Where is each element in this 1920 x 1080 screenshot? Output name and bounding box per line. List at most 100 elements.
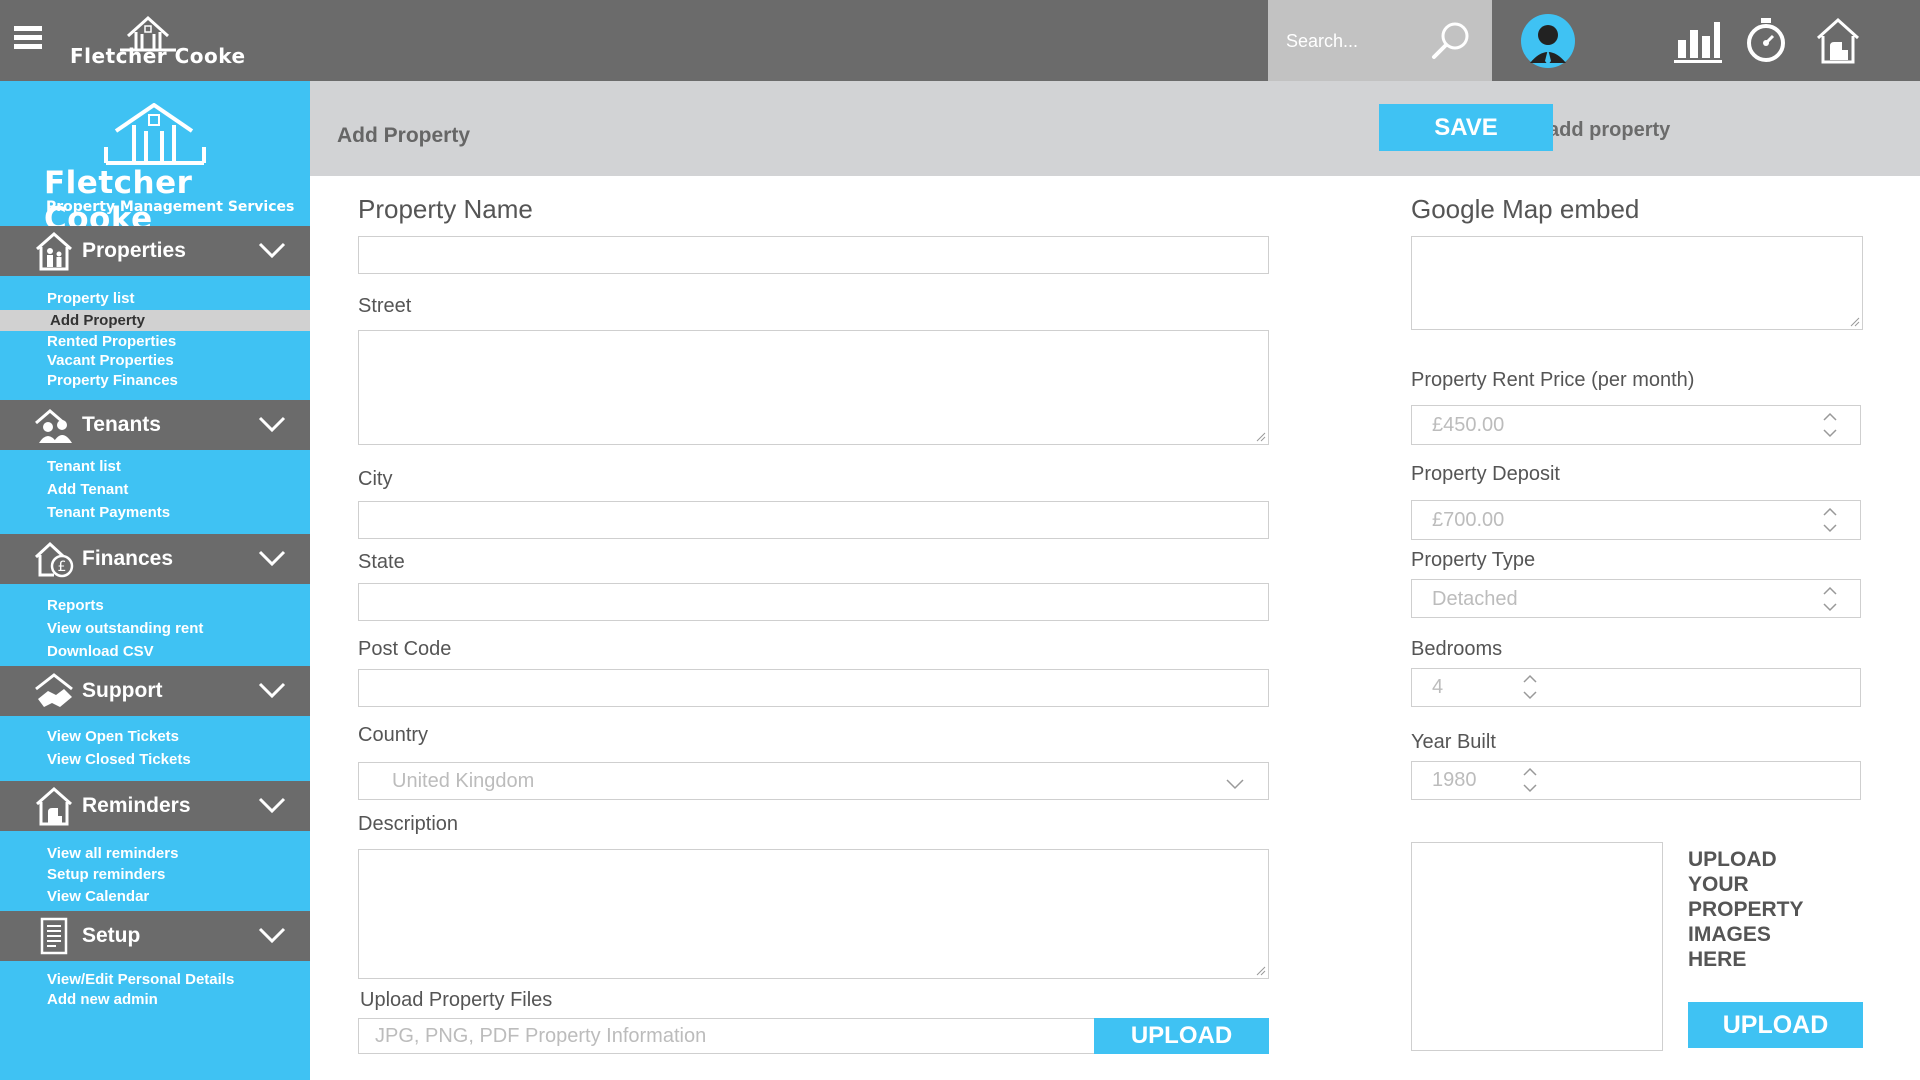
brand-name[interactable]: Fletcher Cooke — [70, 44, 246, 68]
state-input[interactable] — [359, 584, 1268, 620]
sidebar-item-property-finances[interactable]: Property Finances — [0, 370, 310, 391]
sidebar-section-properties[interactable]: Properties — [0, 226, 310, 276]
sidebar-item-tenant-payments[interactable]: Tenant Payments — [0, 502, 310, 523]
sidebar-section-setup[interactable]: Setup — [0, 911, 310, 961]
sidebar-item-add-property[interactable]: Add Property — [0, 310, 310, 331]
sidebar-item-vacant-properties[interactable]: Vacant Properties — [0, 350, 310, 371]
street-label: Street — [358, 295, 412, 317]
search-input[interactable] — [1286, 29, 1436, 53]
description-textarea[interactable] — [359, 850, 1268, 978]
sidebar-item-rented-properties[interactable]: Rented Properties — [0, 331, 310, 352]
number-spinner-icon[interactable] — [1520, 765, 1540, 795]
sidebar-section-support[interactable]: Support — [0, 666, 310, 716]
chevron-down-icon[interactable] — [258, 238, 286, 262]
search-box[interactable] — [1268, 0, 1492, 81]
save-button[interactable]: SAVE — [1379, 104, 1553, 151]
svg-text:£: £ — [58, 559, 67, 575]
page-header: Add Property properties> add property — [310, 81, 1920, 176]
upload-files-label: Upload Property Files — [360, 989, 553, 1011]
sidebar-item-view-calendar[interactable]: View Calendar — [0, 886, 310, 907]
chevron-down-icon[interactable] — [258, 793, 286, 817]
house-hand-icon[interactable] — [1812, 14, 1864, 66]
rent-price-input[interactable] — [1412, 406, 1860, 444]
resize-handle-icon[interactable] — [1254, 964, 1266, 976]
brand-logo-icon — [104, 103, 206, 165]
city-input[interactable] — [359, 502, 1268, 538]
upload-files-button[interactable]: UPLOAD — [1094, 1018, 1269, 1054]
sidebar-item-view-open-tickets[interactable]: View Open Tickets — [0, 726, 310, 747]
google-map-field[interactable] — [1411, 236, 1863, 330]
deposit-field[interactable] — [1411, 500, 1861, 540]
reminder-house-icon — [36, 786, 72, 826]
sidebar-item-add-tenant[interactable]: Add Tenant — [0, 479, 310, 500]
select-arrows-icon[interactable] — [1820, 584, 1840, 614]
bedrooms-input[interactable] — [1412, 669, 1860, 706]
deposit-label: Property Deposit — [1411, 463, 1560, 485]
sidebar-brand-tagline: Property Management Services — [46, 199, 295, 215]
description-field[interactable] — [358, 849, 1269, 979]
bar-chart-icon[interactable] — [1672, 14, 1724, 66]
google-map-textarea[interactable] — [1412, 237, 1862, 329]
postcode-field[interactable] — [358, 669, 1269, 707]
country-select[interactable]: United Kingdom — [358, 762, 1269, 800]
year-built-input[interactable] — [1412, 762, 1860, 799]
country-label: Country — [358, 724, 429, 746]
document-icon — [40, 917, 68, 955]
chevron-down-icon[interactable] — [1225, 777, 1245, 791]
top-bar: Fletcher Cooke — [0, 0, 1920, 81]
description-label: Description — [358, 813, 459, 835]
sidebar-logo[interactable]: Fletcher Cooke Property Management Servi… — [0, 81, 310, 237]
state-field[interactable] — [358, 583, 1269, 621]
sidebar-item-view-edit-personal-details[interactable]: View/Edit Personal Details — [0, 969, 310, 990]
postcode-label: Post Code — [358, 638, 452, 660]
state-label: State — [358, 551, 405, 573]
chevron-down-icon[interactable] — [258, 546, 286, 570]
rent-price-field[interactable] — [1411, 405, 1861, 445]
search-icon[interactable] — [1428, 18, 1474, 64]
number-spinner-icon[interactable] — [1820, 505, 1840, 535]
stopwatch-icon[interactable] — [1740, 14, 1792, 66]
sidebar-section-finances[interactable]: £ Finances — [0, 534, 310, 584]
property-type-select[interactable]: Detached — [1411, 579, 1861, 618]
sidebar-item-reports[interactable]: Reports — [0, 595, 310, 616]
sidebar-section-reminders[interactable]: Reminders — [0, 781, 310, 831]
sidebar-section-label: Reminders — [82, 794, 191, 817]
number-spinner-icon[interactable] — [1520, 672, 1540, 702]
street-field[interactable] — [358, 330, 1269, 445]
bedrooms-field[interactable] — [1411, 668, 1861, 707]
user-avatar-icon[interactable] — [1520, 13, 1576, 69]
sidebar-item-add-new-admin[interactable]: Add new admin — [0, 989, 310, 1010]
google-map-label: Google Map embed — [1411, 194, 1640, 224]
sidebar: Fletcher Cooke Property Management Servi… — [0, 81, 310, 1080]
sidebar-item-setup-reminders[interactable]: Setup reminders — [0, 864, 310, 885]
chevron-down-icon[interactable] — [258, 923, 286, 947]
sidebar-section-tenants[interactable]: Tenants — [0, 400, 310, 450]
street-textarea[interactable] — [359, 331, 1268, 444]
house-family-icon — [36, 231, 72, 271]
sidebar-item-view-closed-tickets[interactable]: View Closed Tickets — [0, 749, 310, 770]
chevron-down-icon[interactable] — [258, 412, 286, 436]
sidebar-section-label: Properties — [82, 239, 186, 262]
hamburger-menu-icon[interactable] — [14, 26, 42, 50]
property-images-dropzone[interactable] — [1411, 842, 1663, 1051]
city-field[interactable] — [358, 501, 1269, 539]
sidebar-item-tenant-list[interactable]: Tenant list — [0, 456, 310, 477]
resize-handle-icon[interactable] — [1254, 430, 1266, 442]
deposit-input[interactable] — [1412, 501, 1860, 539]
sidebar-item-property-list[interactable]: Property list — [0, 288, 310, 309]
chevron-down-icon[interactable] — [258, 678, 286, 702]
sidebar-item-download-csv[interactable]: Download CSV — [0, 641, 310, 662]
property-name-field[interactable] — [358, 236, 1269, 274]
number-spinner-icon[interactable] — [1820, 410, 1840, 440]
pound-house-icon: £ — [34, 541, 74, 578]
sidebar-item-view-outstanding-rent[interactable]: View outstanding rent — [0, 618, 310, 639]
rent-price-label: Property Rent Price (per month) — [1411, 369, 1695, 391]
sidebar-section-label: Support — [82, 679, 163, 702]
upload-files-placeholder: JPG, PNG, PDF Property Information — [375, 1025, 707, 1047]
resize-handle-icon[interactable] — [1848, 315, 1860, 327]
year-built-field[interactable] — [1411, 761, 1861, 800]
sidebar-item-view-all-reminders[interactable]: View all reminders — [0, 843, 310, 864]
property-name-input[interactable] — [359, 237, 1268, 273]
upload-images-button[interactable]: UPLOAD — [1688, 1002, 1863, 1048]
postcode-input[interactable] — [359, 670, 1268, 706]
